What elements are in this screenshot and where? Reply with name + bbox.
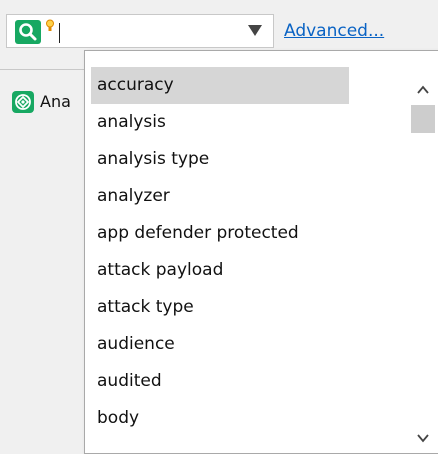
search-field[interactable] [6,14,274,48]
suggestion-item-analysis-type[interactable]: analysis type [91,141,411,178]
search-button[interactable] [15,20,41,44]
suggestion-item-audience[interactable]: audience [91,326,411,363]
lightbulb-icon [46,19,54,31]
scrollbar-thumb[interactable] [411,105,435,133]
text-caret [59,23,60,43]
chevron-down-icon[interactable] [248,25,262,36]
suggestion-list: accuracy analysis analysis type analyzer… [91,67,411,437]
target-icon [12,91,34,113]
vertical-scrollbar[interactable] [408,67,438,453]
chevron-down-icon[interactable] [417,433,429,443]
suggestion-item-audited[interactable]: audited [91,363,411,400]
suggestion-item-attack-payload[interactable]: attack payload [91,252,411,289]
suggestion-dropdown: accuracy analysis analysis type analyzer… [84,50,438,454]
app-window: Advanced... Ana accuracy analysis analys… [0,0,438,454]
search-icon [19,23,37,41]
suggestion-item-analysis[interactable]: analysis [91,104,411,141]
suggestion-item-analyzer[interactable]: analyzer [91,178,411,215]
chevron-up-icon[interactable] [417,85,429,95]
suggestion-item-body[interactable]: body [91,400,411,437]
suggestion-item-app-defender-protected[interactable]: app defender protected [91,215,411,252]
suggestion-item-accuracy[interactable]: accuracy [91,67,349,104]
advanced-link[interactable]: Advanced... [284,21,384,41]
suggestion-item-attack-type[interactable]: attack type [91,289,411,326]
panel-tab-label[interactable]: Ana [40,92,71,111]
